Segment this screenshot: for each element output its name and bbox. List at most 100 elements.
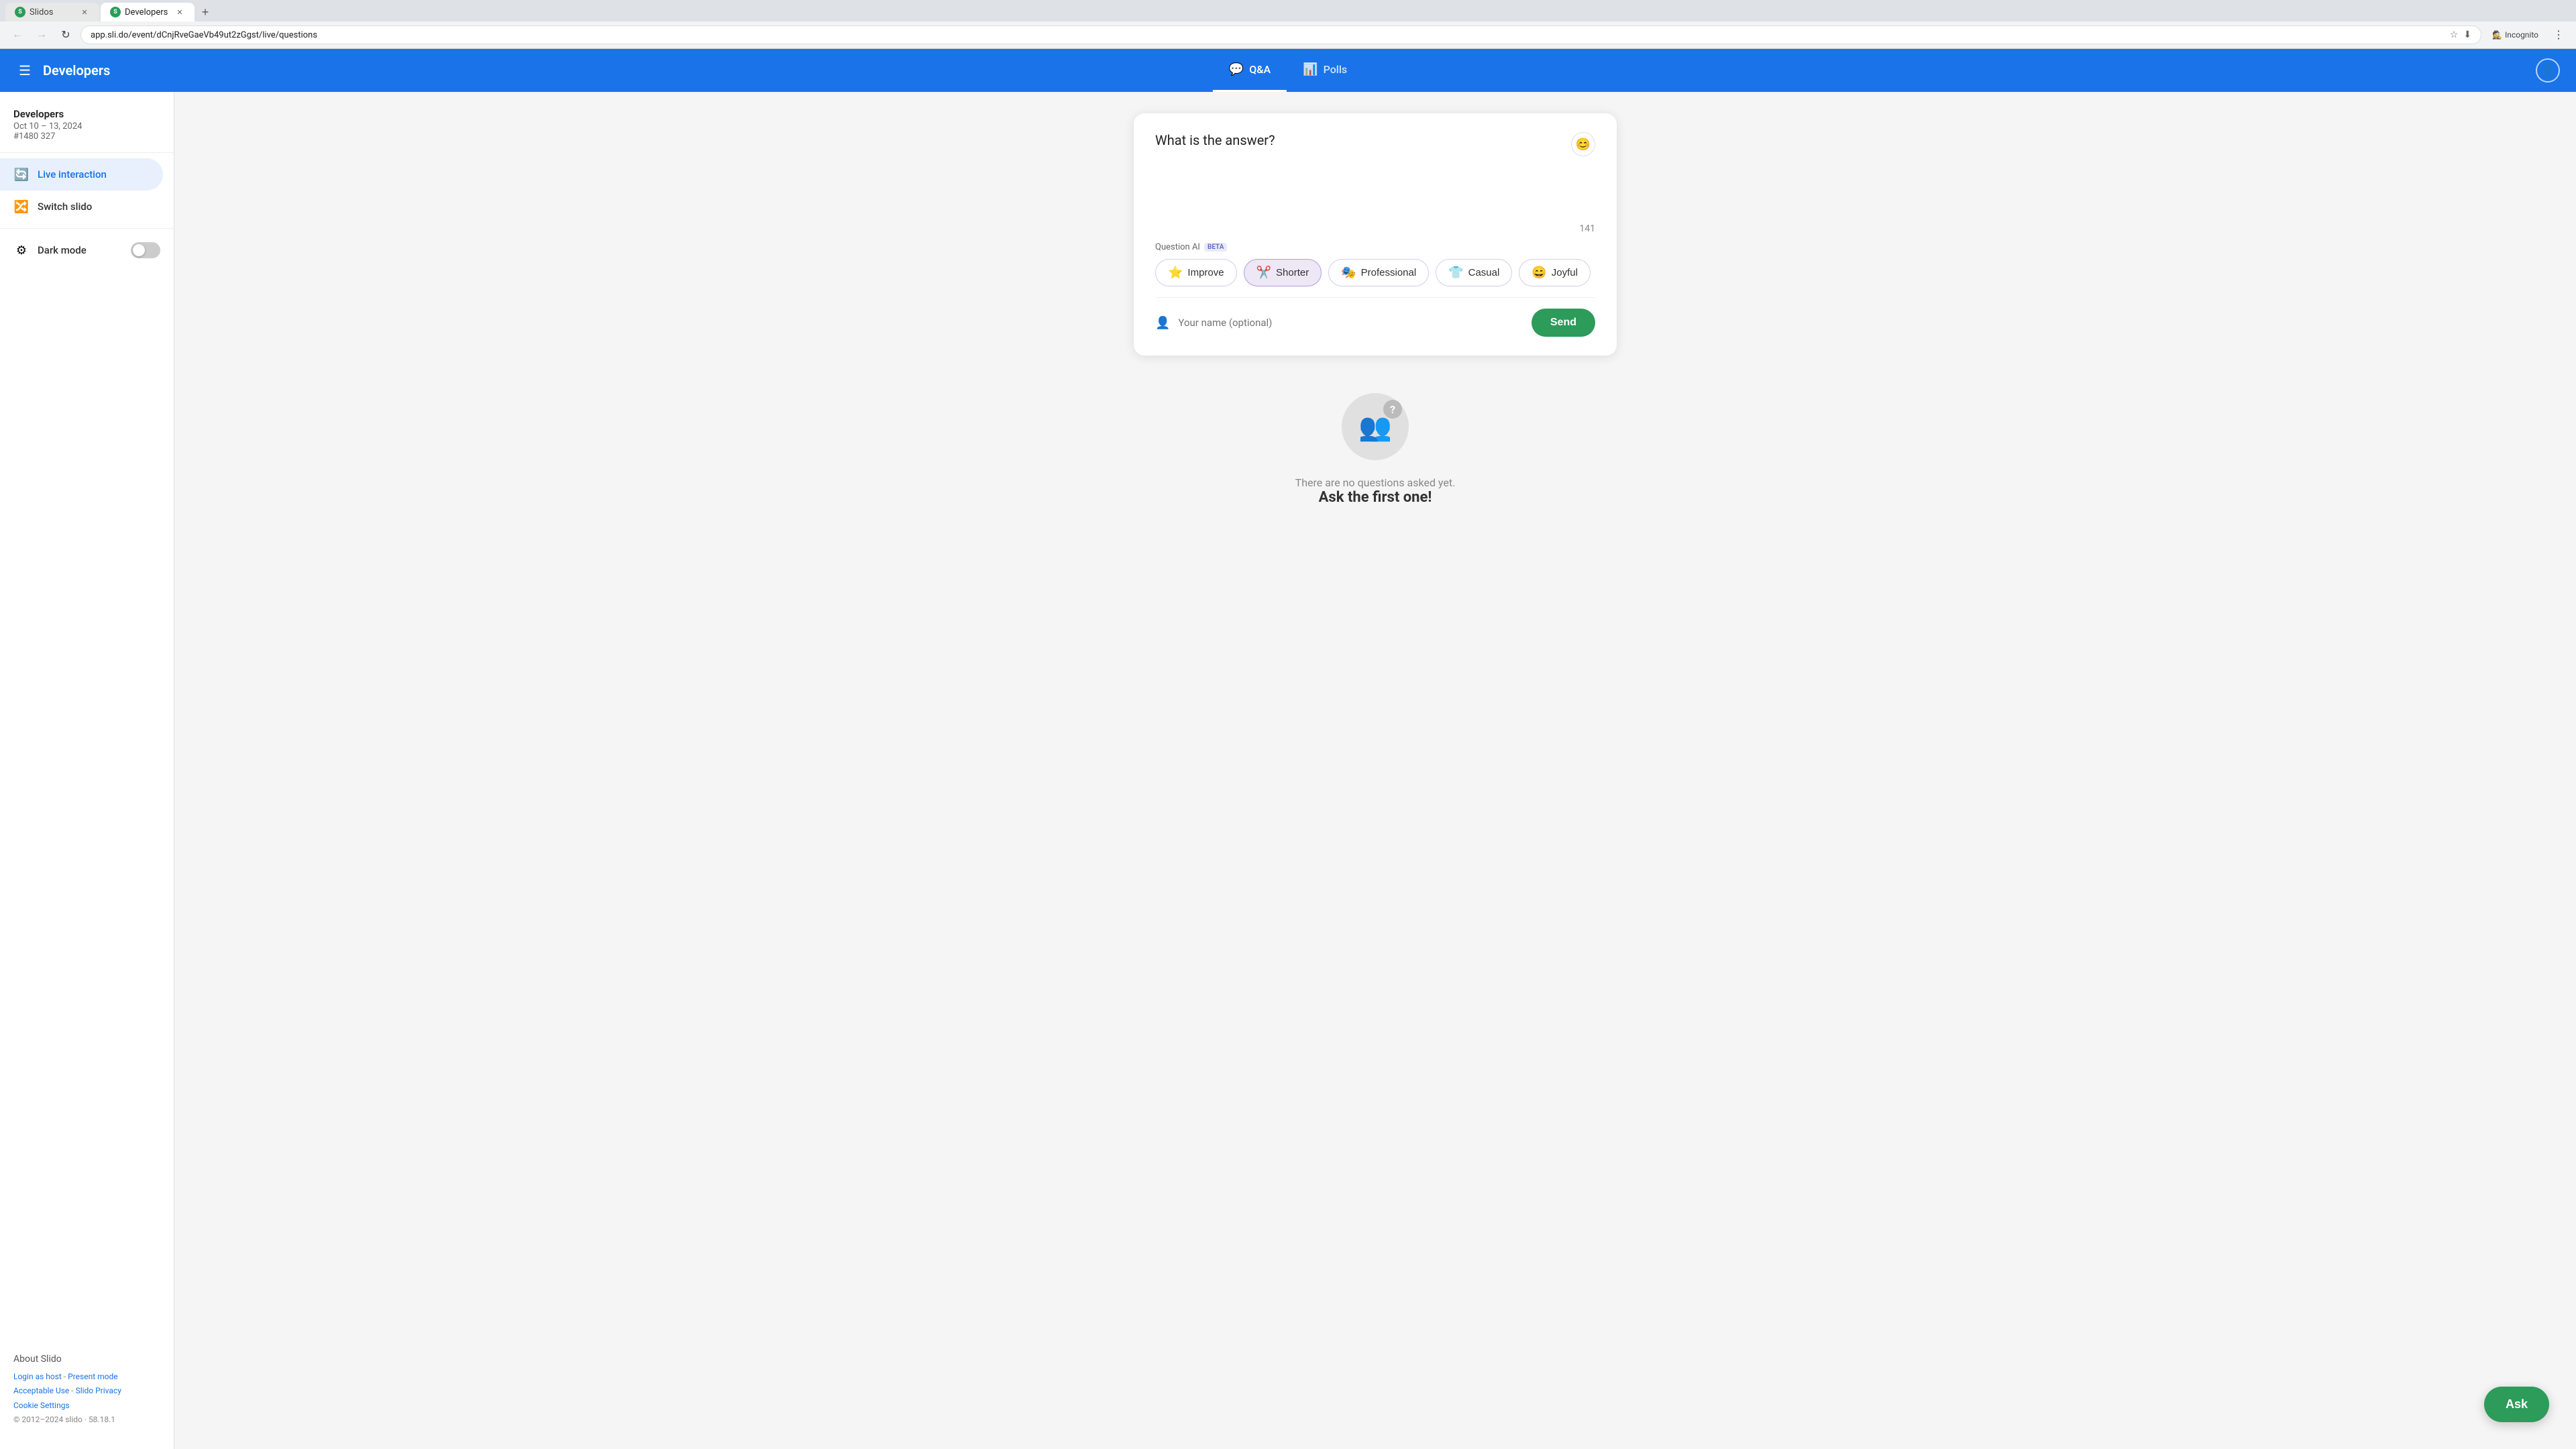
sidebar-divider — [0, 228, 174, 229]
header-nav: 💬 Q&A 📊 Polls — [1213, 49, 1363, 92]
sidebar-info: Developers Oct 10 – 13, 2024 #1480 327 — [0, 103, 174, 153]
switch-slido-label: Switch slido — [38, 201, 92, 213]
ai-professional-button[interactable]: 🎭 Professional — [1328, 259, 1429, 286]
shorter-icon: ✂️ — [1256, 266, 1271, 280]
live-interaction-label: Live interaction — [38, 168, 107, 180]
ai-improve-button[interactable]: ⭐ Improve — [1155, 259, 1237, 286]
sidebar-event-id: #1480 327 — [13, 131, 160, 142]
toggle-thumb — [133, 244, 145, 256]
new-tab-button[interactable]: + — [196, 3, 215, 21]
question-mark: ? — [1383, 400, 1402, 419]
back-button[interactable]: ← — [8, 25, 27, 44]
slido-privacy-link[interactable]: Slido Privacy — [76, 1386, 121, 1395]
qa-icon: 💬 — [1229, 62, 1244, 76]
casual-label: Casual — [1468, 267, 1500, 278]
dark-mode-row: ⚙ Dark mode — [0, 234, 174, 266]
tab-slidos-close[interactable]: ✕ — [79, 7, 90, 17]
empty-subtitle: There are no questions asked yet. — [1295, 476, 1456, 489]
ask-fab-button[interactable]: Ask — [2484, 1387, 2549, 1422]
ai-buttons: ⭐ Improve ✂️ Shorter 🎭 Professional � — [1155, 259, 1595, 286]
footer-links: Login as host - Present mode Acceptable … — [13, 1370, 160, 1428]
ai-joyful-button[interactable]: 😄 Joyful — [1519, 259, 1591, 286]
hamburger-button[interactable]: ☰ — [16, 60, 34, 82]
improve-icon: ⭐ — [1168, 266, 1183, 280]
app-header: ☰ Developers 💬 Q&A 📊 Polls 👤 — [0, 49, 2576, 92]
question-header: What is the answer? 😊 — [1155, 132, 1595, 156]
address-bar-row: ← → ↻ app.sli.do/event/dCnjRveGaeVb49ut2… — [0, 21, 2576, 48]
main-content: What is the answer? 😊 141 Question AI BE… — [174, 92, 2576, 1449]
app-wrapper: ☰ Developers 💬 Q&A 📊 Polls 👤 Developers … — [0, 49, 2576, 1449]
profile-button[interactable]: 👤 — [2536, 58, 2560, 83]
address-bar[interactable]: app.sli.do/event/dCnjRveGaeVb49ut2zGgst/… — [80, 25, 2481, 44]
empty-title: Ask the first one! — [1319, 489, 1432, 506]
header-right: 👤 — [2536, 58, 2560, 83]
professional-label: Professional — [1361, 267, 1417, 278]
present-mode-link[interactable]: Present mode — [68, 1372, 117, 1381]
send-row: 👤 Send — [1155, 297, 1595, 337]
about-slido-link[interactable]: About Slido — [13, 1354, 160, 1364]
address-icons: ☆ ⬇ — [2450, 30, 2471, 40]
beta-badge: BETA — [1204, 243, 1227, 252]
ai-shorter-button[interactable]: ✂️ Shorter — [1244, 259, 1322, 286]
question-textarea[interactable] — [1155, 164, 1595, 218]
download-icon[interactable]: ⬇ — [2463, 30, 2471, 40]
tab-developers-close[interactable]: ✕ — [174, 7, 185, 17]
browser-chrome: S Slidos ✕ S Developers ✕ + ← → ↻ app.sl… — [0, 0, 2576, 49]
send-button[interactable]: Send — [1532, 309, 1595, 337]
login-as-host-link[interactable]: Login as host — [13, 1372, 62, 1381]
tab-developers-label: Developers — [125, 7, 168, 17]
emoji-button[interactable]: 😊 — [1571, 132, 1595, 156]
char-count: 141 — [1155, 223, 1595, 234]
tab-slidos[interactable]: S Slidos ✕ — [5, 3, 99, 21]
tab-developers-favicon: S — [110, 7, 121, 17]
tab-developers[interactable]: S Developers ✕ — [101, 3, 195, 21]
tab-slidos-favicon: S — [15, 7, 25, 17]
app-body: Developers Oct 10 – 13, 2024 #1480 327 🔄… — [0, 92, 2576, 1449]
sidebar-event-name: Developers — [13, 108, 160, 120]
footer-policy-links: Acceptable Use - Slido Privacy — [13, 1384, 160, 1399]
dark-mode-toggle[interactable] — [131, 242, 160, 258]
question-card: What is the answer? 😊 141 Question AI BE… — [1134, 113, 1617, 356]
sidebar-event-dates: Oct 10 – 13, 2024 — [13, 121, 160, 131]
switch-slido-icon: 🔀 — [13, 199, 30, 215]
question-text: What is the answer? — [1155, 132, 1571, 148]
footer-login-link: Login as host - Present mode — [13, 1370, 160, 1385]
header-title: Developers — [43, 62, 110, 78]
incognito-icon: 🕵 — [2492, 30, 2502, 40]
casual-icon: 👕 — [1448, 266, 1463, 280]
bookmark-icon[interactable]: ☆ — [2450, 30, 2459, 40]
refresh-button[interactable]: ↻ — [56, 25, 75, 44]
tab-slidos-label: Slidos — [30, 7, 54, 17]
live-interaction-icon: 🔄 — [13, 166, 30, 182]
tab-qa[interactable]: 💬 Q&A — [1213, 49, 1287, 92]
acceptable-use-link[interactable]: Acceptable Use — [13, 1386, 69, 1395]
header-left: ☰ Developers — [16, 60, 110, 82]
joyful-label: Joyful — [1552, 267, 1578, 278]
ai-label-text: Question AI — [1155, 242, 1200, 252]
name-input[interactable] — [1178, 317, 1523, 329]
user-icon: 👤 — [1155, 316, 1170, 330]
tab-polls[interactable]: 📊 Polls — [1287, 49, 1363, 92]
professional-icon: 🎭 — [1341, 266, 1356, 280]
joyful-icon: 😄 — [1532, 266, 1546, 280]
tab-polls-label: Polls — [1324, 63, 1348, 76]
ai-label: Question AI BETA — [1155, 242, 1595, 252]
sidebar-footer: About Slido Login as host - Present mode… — [0, 1343, 174, 1438]
shorter-label: Shorter — [1276, 267, 1309, 278]
polls-icon: 📊 — [1303, 62, 1318, 76]
tabs-bar: S Slidos ✕ S Developers ✕ + — [0, 0, 2576, 21]
improve-label: Improve — [1187, 267, 1224, 278]
sidebar-item-live-interaction[interactable]: 🔄 Live interaction — [0, 158, 163, 191]
more-options-button[interactable]: ⋮ — [2549, 25, 2568, 44]
incognito-badge[interactable]: 🕵 Incognito — [2487, 28, 2544, 42]
cookie-settings-link[interactable]: Cookie Settings — [13, 1401, 70, 1410]
ai-casual-button[interactable]: 👕 Casual — [1436, 259, 1512, 286]
ai-section: Question AI BETA ⭐ Improve ✂️ Shorter — [1155, 242, 1595, 286]
forward-button[interactable]: → — [32, 25, 51, 44]
sidebar-item-switch-slido[interactable]: 🔀 Switch slido — [0, 191, 174, 223]
address-url: app.sli.do/event/dCnjRveGaeVb49ut2zGgst/… — [91, 30, 2445, 40]
sidebar: Developers Oct 10 – 13, 2024 #1480 327 🔄… — [0, 92, 174, 1449]
tab-qa-label: Q&A — [1249, 63, 1271, 76]
footer-copyright: © 2012–2024 slido · 58.18.1 — [13, 1413, 160, 1428]
dark-mode-label: Dark mode — [38, 244, 123, 256]
